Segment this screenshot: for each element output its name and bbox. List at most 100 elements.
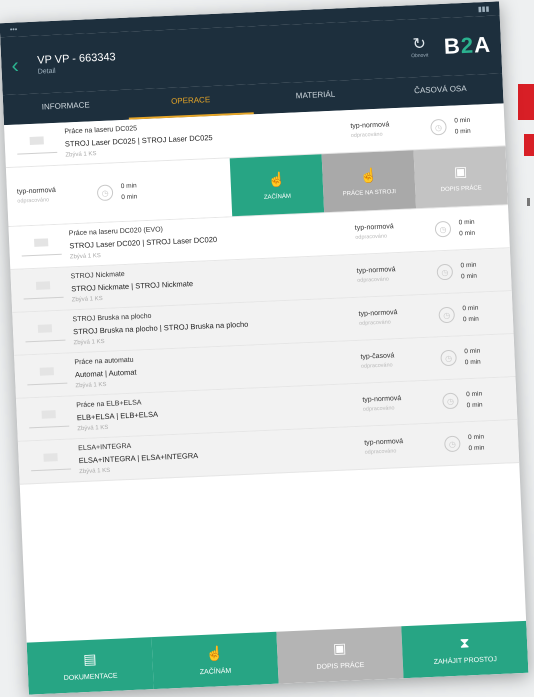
norm-type: typ-normová (356, 266, 396, 275)
clock-icon: ◷ (442, 392, 459, 410)
start-downtime-button[interactable]: ⧗ ZAHÁJIT PROSTOJ (401, 620, 529, 679)
time-planned: 0 min (460, 261, 477, 270)
time-block: ◷ 0 min 0 min (442, 387, 507, 412)
drag-handle (19, 237, 64, 256)
clock-icon: ◷ (434, 220, 452, 238)
time-worked: 0 min (464, 358, 481, 367)
machine-work-button[interactable]: ☝ PRÁCE NA STROJI (321, 150, 417, 213)
norm-block: typ-normová odpracováno (354, 221, 436, 241)
time-worked: 0 min (454, 127, 471, 136)
norm-block: typ-normová odpracováno (358, 307, 439, 327)
time-worked: 0 min (466, 401, 483, 410)
drag-handle (25, 366, 70, 385)
clock-icon: ◷ (444, 435, 461, 453)
norm-type: typ-časová (360, 352, 395, 361)
clock-icon: ◷ (440, 349, 457, 367)
operation-info: Práce na laseru DC025 STROJ Laser DC025 … (58, 116, 351, 159)
sync-button[interactable]: ↻ Obnovit (410, 35, 429, 60)
footer-finish-label: DOPIS PRÁCE (316, 661, 365, 672)
norm-sub: odpracováno (357, 276, 390, 284)
b2a-logo: B2A (443, 31, 492, 59)
norm-sub: odpracováno (362, 405, 395, 413)
footer-finish-button[interactable]: ▣ DOPIS PRÁCE (276, 626, 404, 684)
time-planned: 0 min (464, 347, 481, 356)
norm-sub: odpracováno (355, 233, 388, 241)
time-worked: 0 min (468, 444, 485, 453)
time-planned: 0 min (120, 182, 137, 191)
time-worked: 0 min (462, 315, 480, 324)
norm-block: typ-normová odpracováno (364, 436, 445, 456)
machine-work-label: PRÁCE NA STROJI (342, 188, 397, 197)
clock-icon: ◷ (436, 263, 454, 281)
time-planned: 0 min (467, 433, 485, 442)
drag-handle (23, 323, 68, 342)
drag-handle (27, 409, 72, 428)
operation-info: Práce na laseru DC020 (EVO) STROJ Laser … (63, 218, 356, 261)
norm-block: typ-normová odpracováno (350, 120, 431, 139)
norm-block: typ-normová odpracováno (356, 264, 438, 284)
norm-sub: odpracováno (360, 362, 393, 370)
norm-sub: odpracováno (364, 448, 397, 456)
norm-type: typ-normová (362, 395, 402, 404)
time-block: ◷ 0 min 0 min (440, 345, 505, 370)
refresh-icon: ↻ (412, 35, 427, 54)
clipboard-icon: ▣ (453, 162, 468, 180)
norm-block: typ-časová odpracováno (360, 350, 441, 369)
finish-work-label: DOPIS PRÁCE (440, 184, 482, 193)
back-arrow-icon[interactable]: ‹ (11, 52, 34, 79)
operation-info: ELSA+INTEGRA ELSA+INTEGRA | ELSA+INTEGRA… (72, 433, 365, 476)
operation-info: Práce na ELB+ELSA ELB+ELSA | ELB+ELSA Zb… (70, 390, 363, 433)
sync-label: Obnovit (411, 52, 429, 60)
norm-type: typ-normová (364, 438, 404, 447)
clock-icon: ◷ (430, 118, 447, 136)
finish-work-button[interactable]: ▣ DOPIS PRÁCE (413, 146, 508, 209)
norm-sub: odpracováno (350, 131, 383, 140)
time-block: ◷ 0 min 0 min (96, 179, 162, 204)
hand-icon: ☝ (359, 166, 378, 184)
start-downtime-label: ZAHÁJIT PROSTOJ (433, 656, 498, 666)
footer-start-label: ZAČÍNÁM (199, 667, 232, 677)
clipboard-icon: ▣ (332, 639, 347, 657)
time-worked: 0 min (460, 272, 478, 281)
norm-sub: odpracováno (17, 197, 50, 205)
action-info: typ-normová odpracováno ◷ 0 min 0 min (5, 158, 233, 227)
documentation-button[interactable]: ▤ DOKUMENTACE (26, 637, 154, 695)
norm-block: typ-normová odpracováno (16, 185, 98, 205)
title-block: VP VP - 663343 Detail (37, 38, 411, 75)
background-red-mark (518, 84, 534, 120)
norm-sub: odpracováno (358, 319, 391, 327)
documentation-label: DOKUMENTACE (63, 672, 118, 683)
norm-type: typ-normová (354, 223, 394, 232)
norm-type: typ-normová (16, 186, 56, 196)
operation-info: STROJ Bruska na plocho STROJ Bruska na p… (66, 304, 359, 347)
norm-type: typ-normová (358, 309, 398, 318)
start-work-button[interactable]: ☝ ZAČÍNÁM (229, 154, 325, 217)
signal-icon: ••• (9, 25, 18, 34)
drag-handle (28, 452, 73, 471)
time-block: ◷ 0 min 0 min (444, 430, 509, 455)
drag-handle (15, 135, 60, 155)
norm-block: typ-normová odpracováno (362, 393, 443, 413)
document-icon: ▤ (82, 650, 97, 668)
time-worked: 0 min (459, 229, 476, 238)
time-block: ◷ 0 min 0 min (436, 259, 501, 284)
hand-icon: ☝ (205, 645, 224, 662)
time-planned: 0 min (466, 390, 483, 399)
battery-icon: ▮▮▮ (477, 5, 490, 14)
operations-list: Práce na laseru DC025 STROJ Laser DC025 … (4, 103, 526, 642)
time-block: ◷ 0 min 0 min (434, 216, 500, 241)
hourglass-icon: ⧗ (459, 634, 470, 651)
drag-handle (21, 280, 66, 299)
start-work-label: ZAČÍNÁM (263, 193, 292, 201)
norm-type: typ-normová (350, 121, 390, 131)
operation-info: STROJ Nickmate STROJ Nickmate | STROJ Ni… (65, 261, 358, 304)
time-planned: 0 min (458, 218, 475, 227)
hand-icon: ☝ (267, 170, 286, 188)
time-block: ◷ 0 min 0 min (438, 302, 503, 327)
time-planned: 0 min (462, 304, 479, 313)
time-worked: 0 min (121, 193, 138, 202)
tablet-screen: ••• ▮▮▮ ‹ VP VP - 663343 Detail ↻ Obnovi… (0, 1, 529, 695)
footer-start-button[interactable]: ☝ ZAČÍNÁM (151, 631, 279, 690)
operation-info: Práce na automatu Automat | Automat Zbýv… (68, 347, 361, 390)
background-red-mark-2 (524, 134, 534, 156)
